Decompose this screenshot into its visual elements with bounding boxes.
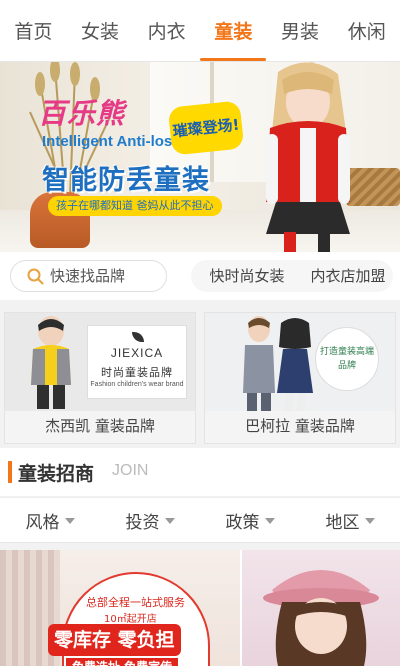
section-subtitle: JOIN xyxy=(112,462,149,479)
brand-caption: 杰西凯 童装品牌 xyxy=(5,411,195,443)
caret-down-icon xyxy=(64,518,75,524)
filter-region[interactable]: 地区 xyxy=(300,498,400,542)
kids-models-image xyxy=(243,316,313,411)
promo-line3: 免费选址 免费宣传 xyxy=(66,658,179,666)
brand-cards-section: JIEXICA 时尚童装品牌 Fashion children's wear b… xyxy=(0,300,400,448)
brand-search-box[interactable] xyxy=(10,260,167,292)
banner-bubble: 璀璨登场! xyxy=(167,100,245,156)
caret-down-icon xyxy=(264,518,275,524)
filter-label: 地区 xyxy=(325,512,360,533)
promo-banner[interactable]: 百乐熊 Intelligent Anti-lost 智能防丢童装 孩子在哪都知道… xyxy=(0,62,400,252)
search-icon xyxy=(27,268,44,284)
promo-left-image: 总部全程一站式服务 10㎡起开店 零库存 零负担 免费选址 免费宣传 xyxy=(0,550,240,666)
quick-link-underwear-franchise[interactable]: 内衣店加盟 xyxy=(303,260,393,292)
tab-mens[interactable]: 男装 xyxy=(267,0,334,61)
filter-bar: 风格 投资 政策 地区 xyxy=(0,497,400,543)
section-title: 童装招商 xyxy=(18,463,95,485)
banner-english-title: Intelligent Anti-lost xyxy=(42,133,178,150)
girl-model-image xyxy=(266,62,350,252)
jiexica-board-en: Fashion children's wear brand xyxy=(90,381,184,388)
brand-card-jiexica[interactable]: JIEXICA 时尚童装品牌 Fashion children's wear b… xyxy=(4,312,196,444)
section-accent-bar xyxy=(8,461,12,483)
quick-link-fast-fashion[interactable]: 快时尚女装 xyxy=(191,260,303,292)
tab-underwear[interactable]: 内衣 xyxy=(133,0,200,61)
caret-down-icon xyxy=(364,518,375,524)
filter-policy[interactable]: 政策 xyxy=(200,498,300,542)
promo-headline: 零库存 零负担 xyxy=(48,624,181,656)
filter-investment[interactable]: 投资 xyxy=(100,498,200,542)
banner-chinese-title: 智能防丢童装 xyxy=(42,165,210,196)
boy-model-image xyxy=(31,316,71,409)
jiexica-signboard: JIEXICA 时尚童装品牌 Fashion children's wear b… xyxy=(87,325,187,399)
brand-caption: 巴柯拉 童装品牌 xyxy=(205,411,395,443)
filter-style[interactable]: 风格 xyxy=(0,498,100,542)
tab-kids[interactable]: 童装 xyxy=(200,0,267,61)
bakela-badge: 打造童装高端品牌 xyxy=(315,327,379,391)
bird-logo-icon xyxy=(132,332,144,342)
tab-home[interactable]: 首页 xyxy=(0,0,67,61)
kids-franchise-header: 童装招商 JOIN xyxy=(0,448,400,496)
search-input[interactable] xyxy=(50,267,155,285)
brand-logo: 百乐熊 xyxy=(38,97,126,130)
caret-down-icon xyxy=(164,518,175,524)
banner-subtitle: 孩子在哪都知道 爸妈从此不担心 xyxy=(48,196,222,216)
promo-line1: 总部全程一站式服务 xyxy=(86,596,185,609)
franchise-promo-banner[interactable]: 总部全程一站式服务 10㎡起开店 零库存 零负担 免费选址 免费宣传 xyxy=(0,550,400,666)
tab-casual[interactable]: 休闲 xyxy=(333,0,400,61)
filter-label: 风格 xyxy=(25,512,60,533)
jiexica-board-name: JIEXICA xyxy=(110,346,164,360)
tab-womens[interactable]: 女装 xyxy=(67,0,134,61)
girl-hat-model-image xyxy=(263,570,379,666)
jiexica-board-cn: 时尚童装品牌 xyxy=(101,366,173,379)
promo-right-image xyxy=(242,550,400,666)
brand-image-bakela: 打造童装高端品牌 xyxy=(205,313,395,411)
promo-line2: 10㎡起开店 xyxy=(104,614,157,625)
search-row: 快时尚女装 内衣店加盟 xyxy=(0,252,400,300)
category-tabbar: 首页 女装 内衣 童装 男装 休闲 xyxy=(0,0,400,62)
brand-card-bakela[interactable]: 打造童装高端品牌 巴柯拉 童装品牌 xyxy=(204,312,396,444)
brand-image-jiexica: JIEXICA 时尚童装品牌 Fashion children's wear b… xyxy=(5,313,195,411)
filter-label: 投资 xyxy=(125,512,160,533)
filter-label: 政策 xyxy=(225,512,260,533)
